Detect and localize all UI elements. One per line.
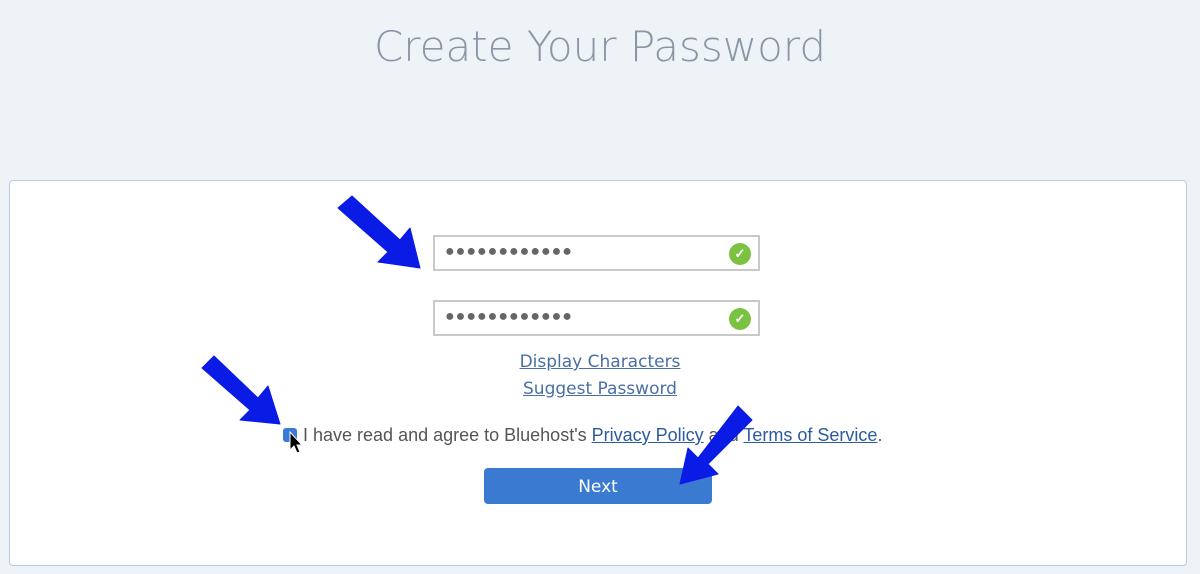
privacy-policy-link[interactable]: Privacy Policy — [592, 425, 704, 445]
suggest-password-link[interactable]: Suggest Password — [523, 379, 677, 399]
check-circle-icon: ✓ — [729, 308, 751, 330]
next-button[interactable]: Next — [484, 468, 712, 504]
password-value: ●●●●●●●●●●●● — [445, 243, 573, 260]
display-characters-link[interactable]: Display Characters — [520, 352, 681, 372]
confirm-password-value: ●●●●●●●●●●●● — [445, 308, 573, 325]
agree-and: and — [703, 425, 744, 445]
agree-text: I have read and agree to Bluehost's — [303, 425, 592, 445]
password-input[interactable]: ●●●●●●●●●●●● ✓ — [433, 235, 760, 271]
terms-of-service-link[interactable]: Terms of Service — [743, 425, 877, 445]
confirm-password-input[interactable]: ●●●●●●●●●●●● ✓ — [433, 300, 760, 336]
check-circle-icon: ✓ — [729, 243, 751, 265]
page-title: Create Your Password — [373, 22, 827, 71]
agree-row: I have read and agree to Bluehost's Priv… — [283, 425, 882, 446]
agree-checkbox[interactable] — [283, 428, 297, 442]
agree-period: . — [877, 425, 883, 445]
